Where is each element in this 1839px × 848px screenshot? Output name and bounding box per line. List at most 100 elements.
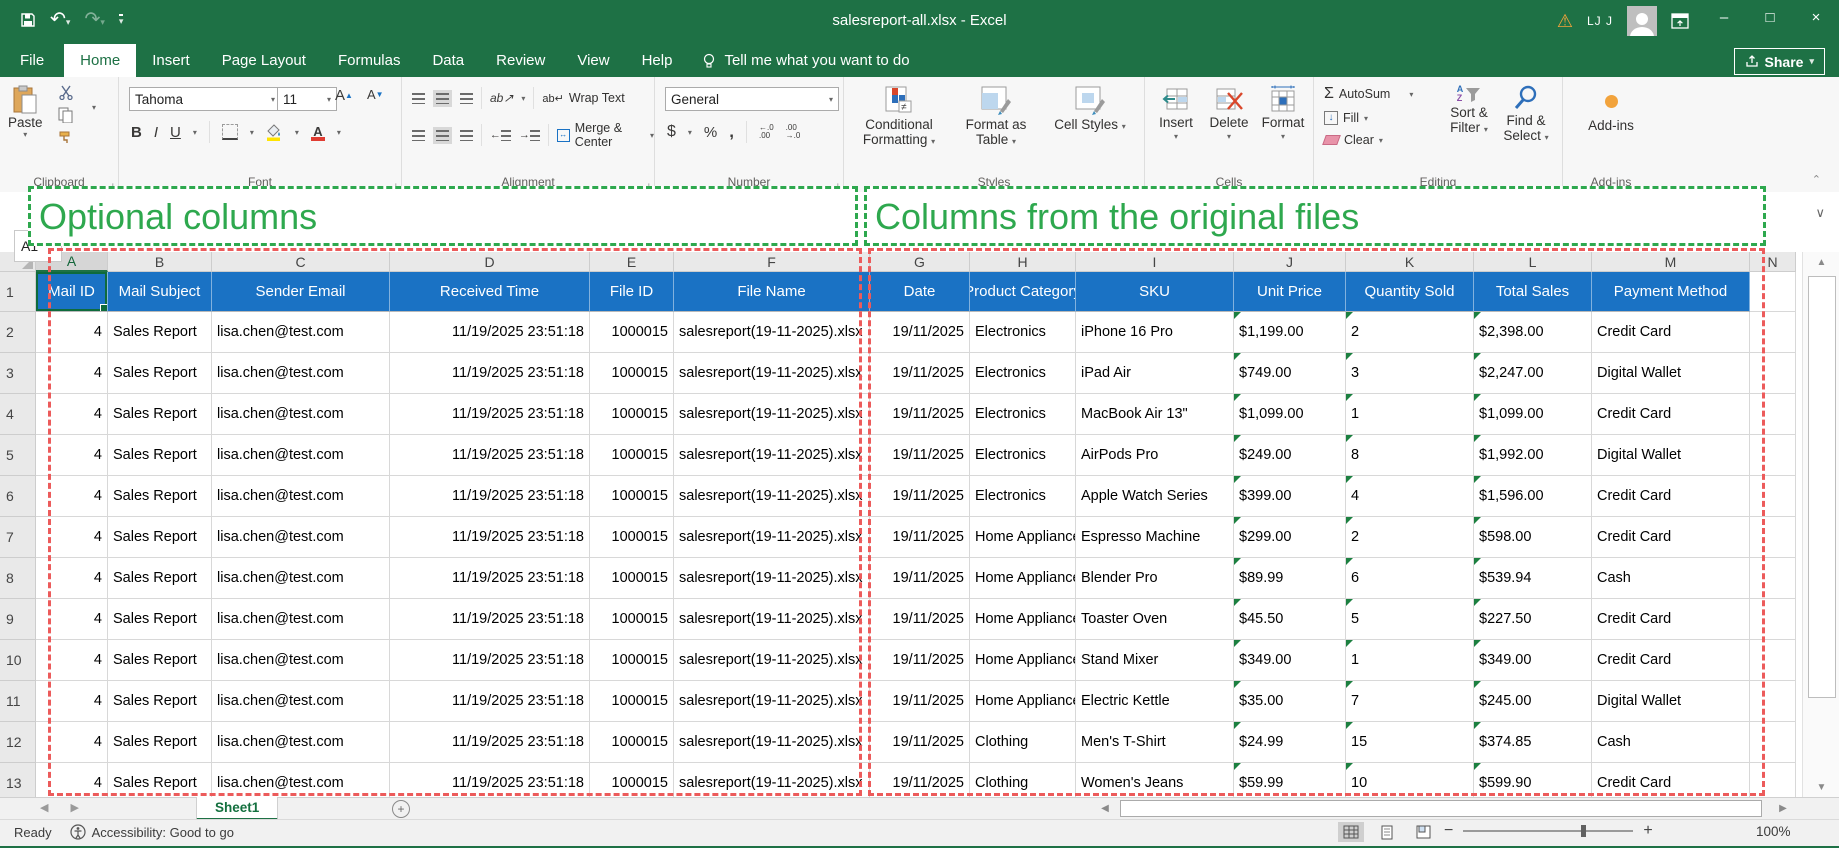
cell-M7[interactable]: Credit Card bbox=[1592, 517, 1750, 558]
cell-M5[interactable]: Digital Wallet bbox=[1592, 435, 1750, 476]
cell-M10[interactable]: Credit Card bbox=[1592, 640, 1750, 681]
cell-N13[interactable] bbox=[1750, 763, 1796, 797]
cell-L4[interactable]: $1,099.00 bbox=[1474, 394, 1592, 435]
scroll-down-icon[interactable]: ▼ bbox=[1803, 777, 1839, 797]
find-select-button[interactable]: Find & Select ▾ bbox=[1498, 79, 1554, 169]
cell-L12[interactable]: $374.85 bbox=[1474, 722, 1592, 763]
cell-I5[interactable]: AirPods Pro bbox=[1076, 435, 1234, 476]
cell-K10[interactable]: 1 bbox=[1346, 640, 1474, 681]
cell-E4[interactable]: 1000015 bbox=[590, 394, 674, 435]
cell-G7[interactable]: 19/11/2025 bbox=[870, 517, 970, 558]
clear-button[interactable]: Clear ▾ bbox=[1322, 133, 1413, 147]
cell-H4[interactable]: Electronics bbox=[970, 394, 1076, 435]
horizontal-scroll-thumb[interactable] bbox=[1120, 800, 1762, 817]
cell-G5[interactable]: 19/11/2025 bbox=[870, 435, 970, 476]
tab-help[interactable]: Help bbox=[626, 44, 689, 77]
format-cells-button[interactable]: Format ▾ bbox=[1257, 79, 1309, 169]
header-cell-A1[interactable]: Mail ID bbox=[36, 272, 108, 312]
header-cell-D1[interactable]: Received Time bbox=[390, 272, 590, 312]
row-header-4[interactable]: 4 bbox=[0, 394, 36, 435]
cell-D10[interactable]: 11/19/2025 23:51:18 bbox=[390, 640, 590, 681]
cell-J9[interactable]: $45.50 bbox=[1234, 599, 1346, 640]
wrap-text-button[interactable]: ab↵ Wrap Text bbox=[542, 91, 624, 105]
header-cell-B1[interactable]: Mail Subject bbox=[108, 272, 212, 312]
cell-A13[interactable]: 4 bbox=[36, 763, 108, 797]
cell-M9[interactable]: Credit Card bbox=[1592, 599, 1750, 640]
cell-B12[interactable]: Sales Report bbox=[108, 722, 212, 763]
cell-E12[interactable]: 1000015 bbox=[590, 722, 674, 763]
copy-icon[interactable] bbox=[58, 107, 74, 123]
save-icon[interactable] bbox=[20, 12, 36, 28]
cell-A2[interactable]: 4 bbox=[36, 312, 108, 353]
vertical-scrollbar[interactable]: ▲ ▼ bbox=[1802, 252, 1839, 797]
font-name-combo[interactable]: Tahoma ▾ bbox=[129, 87, 281, 111]
autosum-button[interactable]: Σ AutoSum ▾ bbox=[1324, 85, 1413, 103]
cell-D11[interactable]: 11/19/2025 23:51:18 bbox=[390, 681, 590, 722]
cell-H2[interactable]: Electronics bbox=[970, 312, 1076, 353]
cell-H9[interactable]: Home Appliances bbox=[970, 599, 1076, 640]
paste-button[interactable]: Paste ▾ bbox=[8, 85, 43, 139]
cell-B13[interactable]: Sales Report bbox=[108, 763, 212, 797]
cell-E3[interactable]: 1000015 bbox=[590, 353, 674, 394]
cell-E7[interactable]: 1000015 bbox=[590, 517, 674, 558]
cell-B6[interactable]: Sales Report bbox=[108, 476, 212, 517]
cell-F13[interactable]: salesreport(19-11-2025).xlsx bbox=[674, 763, 870, 797]
cell-L11[interactable]: $245.00 bbox=[1474, 681, 1592, 722]
sheet-nav-right-icon[interactable]: ▶ bbox=[70, 801, 78, 814]
cell-L3[interactable]: $2,247.00 bbox=[1474, 353, 1592, 394]
cell-L2[interactable]: $2,398.00 bbox=[1474, 312, 1592, 353]
cell-D12[interactable]: 11/19/2025 23:51:18 bbox=[390, 722, 590, 763]
cell-A12[interactable]: 4 bbox=[36, 722, 108, 763]
row-header-5[interactable]: 5 bbox=[0, 435, 36, 476]
insert-cells-button[interactable]: Insert ▾ bbox=[1151, 79, 1201, 169]
cell-B8[interactable]: Sales Report bbox=[108, 558, 212, 599]
cut-icon[interactable] bbox=[58, 85, 74, 100]
customize-qat-icon[interactable]: ▾ bbox=[118, 14, 124, 26]
delete-cells-button[interactable]: Delete ▾ bbox=[1203, 79, 1255, 169]
cell-J10[interactable]: $349.00 bbox=[1234, 640, 1346, 681]
cell-C6[interactable]: lisa.chen@test.com bbox=[212, 476, 390, 517]
cell-B7[interactable]: Sales Report bbox=[108, 517, 212, 558]
cell-C7[interactable]: lisa.chen@test.com bbox=[212, 517, 390, 558]
decrease-decimal-icon[interactable]: .00 →.0 bbox=[786, 124, 801, 140]
header-cell-H1[interactable]: Product Category bbox=[970, 272, 1076, 312]
zoom-in-icon[interactable]: + bbox=[1643, 822, 1652, 840]
tab-data[interactable]: Data bbox=[416, 44, 480, 77]
cell-L9[interactable]: $227.50 bbox=[1474, 599, 1592, 640]
cell-G6[interactable]: 19/11/2025 bbox=[870, 476, 970, 517]
fill-color-icon[interactable] bbox=[266, 123, 283, 141]
cell-H12[interactable]: Clothing bbox=[970, 722, 1076, 763]
column-header-G[interactable]: G bbox=[870, 252, 970, 272]
addins-button[interactable]: Add-ins bbox=[1571, 81, 1651, 171]
align-right-icon[interactable] bbox=[460, 129, 473, 141]
cell-I12[interactable]: Men's T-Shirt bbox=[1076, 722, 1234, 763]
cell-A11[interactable]: 4 bbox=[36, 681, 108, 722]
formula-bar-expand-icon[interactable]: ∨ bbox=[1815, 205, 1825, 221]
cell-H3[interactable]: Electronics bbox=[970, 353, 1076, 394]
column-header-L[interactable]: L bbox=[1474, 252, 1592, 272]
cell-B3[interactable]: Sales Report bbox=[108, 353, 212, 394]
cell-L10[interactable]: $349.00 bbox=[1474, 640, 1592, 681]
column-header-M[interactable]: M bbox=[1592, 252, 1750, 272]
cell-D3[interactable]: 11/19/2025 23:51:18 bbox=[390, 353, 590, 394]
cell-K6[interactable]: 4 bbox=[1346, 476, 1474, 517]
tab-view[interactable]: View bbox=[561, 44, 625, 77]
column-header-N[interactable]: N bbox=[1750, 252, 1796, 272]
tab-file[interactable]: File bbox=[0, 44, 64, 77]
cell-K9[interactable]: 5 bbox=[1346, 599, 1474, 640]
cell-K4[interactable]: 1 bbox=[1346, 394, 1474, 435]
cell-E9[interactable]: 1000015 bbox=[590, 599, 674, 640]
cell-styles-button[interactable]: Cell Styles ▾ bbox=[1046, 79, 1134, 169]
underline-button[interactable]: U bbox=[170, 124, 181, 141]
conditional-formatting-button[interactable]: ≠ Conditional Formatting ▾ bbox=[852, 79, 946, 169]
cell-I13[interactable]: Women's Jeans bbox=[1076, 763, 1234, 797]
cell-N7[interactable] bbox=[1750, 517, 1796, 558]
tab-insert[interactable]: Insert bbox=[136, 44, 206, 77]
cell-G2[interactable]: 19/11/2025 bbox=[870, 312, 970, 353]
cell-H5[interactable]: Electronics bbox=[970, 435, 1076, 476]
cell-F3[interactable]: salesreport(19-11-2025).xlsx bbox=[674, 353, 870, 394]
tell-me-box[interactable]: Tell me what you want to do bbox=[688, 44, 923, 77]
cell-D9[interactable]: 11/19/2025 23:51:18 bbox=[390, 599, 590, 640]
orientation-icon[interactable]: ab↗ bbox=[490, 91, 513, 105]
cell-G10[interactable]: 19/11/2025 bbox=[870, 640, 970, 681]
